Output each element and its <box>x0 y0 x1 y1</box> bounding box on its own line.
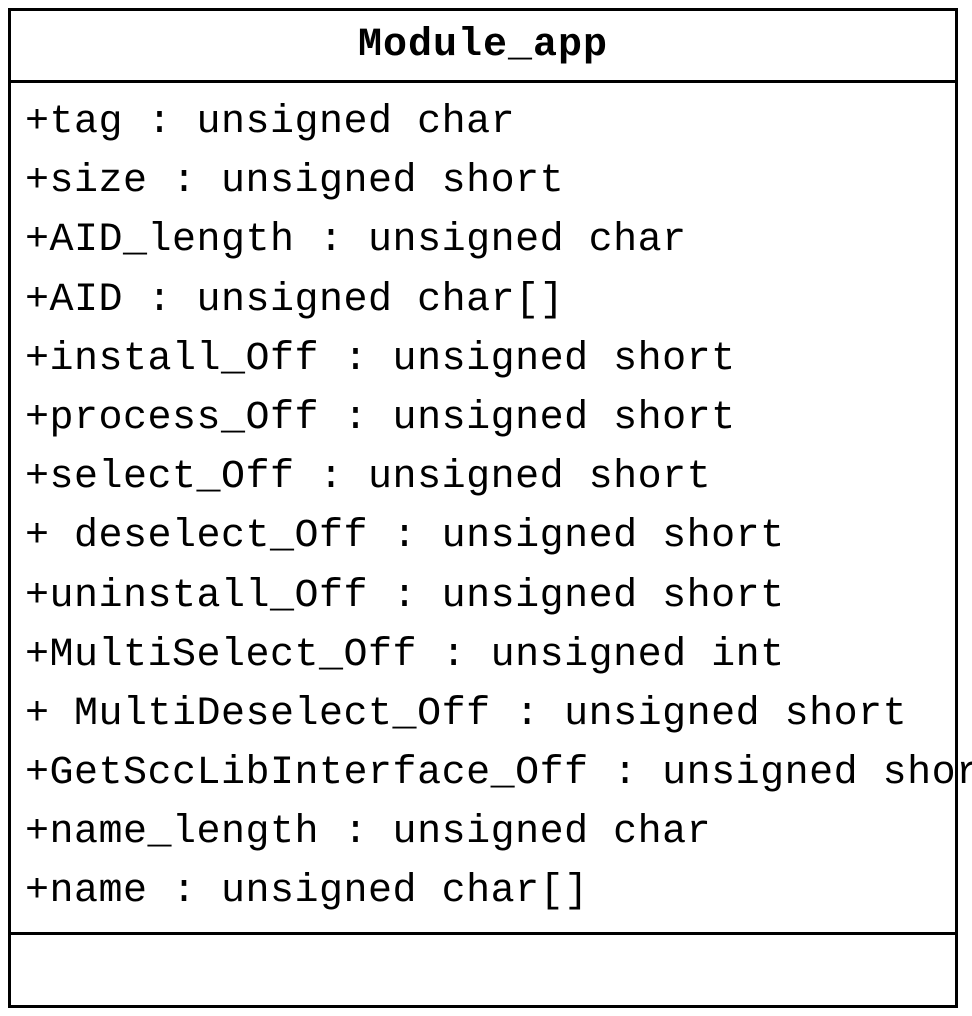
uml-attribute-row: +process_Off : unsigned short <box>25 389 941 448</box>
uml-class-name: Module_app <box>11 11 955 83</box>
uml-attribute-row: + deselect_Off : unsigned short <box>25 507 941 566</box>
uml-attribute-row: +name_length : unsigned char <box>25 803 941 862</box>
uml-attribute-row: +size : unsigned short <box>25 152 941 211</box>
uml-attribute-row: +AID_length : unsigned char <box>25 211 941 270</box>
uml-attribute-row: +MultiSelect_Off : unsigned int <box>25 626 941 685</box>
uml-methods-compartment <box>11 935 955 1005</box>
uml-attribute-row: +install_Off : unsigned short <box>25 330 941 389</box>
uml-attributes-compartment: +tag : unsigned char +size : unsigned sh… <box>11 83 955 935</box>
uml-attribute-row: +select_Off : unsigned short <box>25 448 941 507</box>
uml-attribute-row: + MultiDeselect_Off : unsigned short <box>25 685 941 744</box>
uml-attribute-row: +tag : unsigned char <box>25 93 941 152</box>
uml-attribute-row: +uninstall_Off : unsigned short <box>25 567 941 626</box>
uml-class-box: Module_app +tag : unsigned char +size : … <box>8 8 958 1008</box>
uml-attribute-row: +AID : unsigned char[] <box>25 271 941 330</box>
uml-attribute-row: +GetSccLibInterface_Off : unsigned short <box>25 744 941 803</box>
uml-attribute-row: +name : unsigned char[] <box>25 862 941 921</box>
